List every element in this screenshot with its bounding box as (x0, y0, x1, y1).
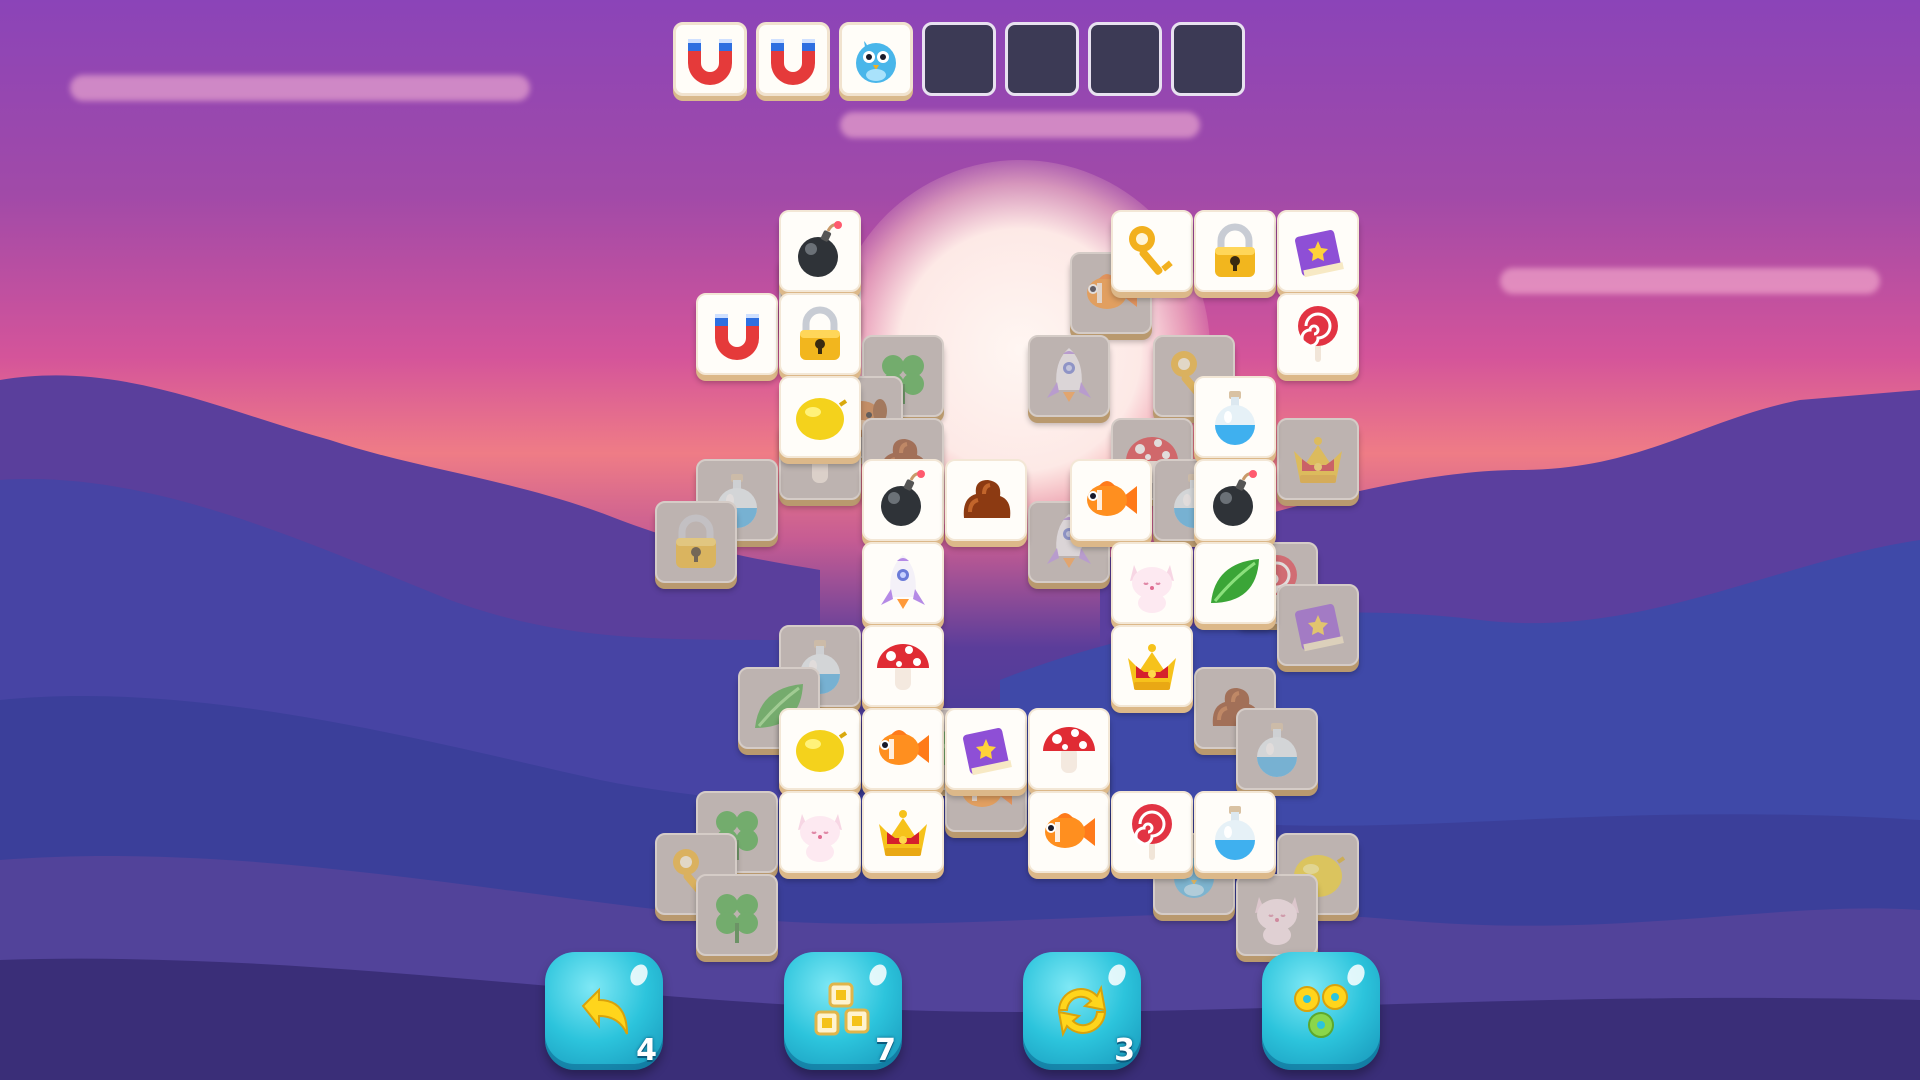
potion-icon (1196, 793, 1274, 871)
mahjong-tile-fish[interactable] (1028, 791, 1110, 873)
key-icon (1113, 212, 1191, 290)
slot-empty (1088, 22, 1162, 96)
crown-icon (864, 793, 942, 871)
mahjong-tile-mushroom[interactable] (1028, 708, 1110, 790)
mahjong-tile-potion (1235, 708, 1318, 790)
mahjong-tile-key[interactable] (1111, 210, 1193, 292)
mahjong-tile-mushroom[interactable] (862, 625, 944, 707)
bomb-icon (781, 212, 859, 290)
rocket-icon (864, 544, 942, 622)
magnet-icon (676, 25, 744, 93)
mahjong-tile-rocket[interactable] (862, 542, 944, 624)
hint-count: 7 (875, 1033, 896, 1068)
shuffle-count: 3 (1114, 1033, 1135, 1068)
fish-icon (1030, 793, 1108, 871)
lock-icon (657, 503, 735, 581)
mahjong-tile-bomb[interactable] (1194, 459, 1276, 541)
mahjong-tile-magnet[interactable] (696, 293, 778, 375)
lollipop-icon (1279, 295, 1357, 373)
potion-icon (1196, 378, 1274, 456)
mahjong-tile-fish[interactable] (862, 708, 944, 790)
bomb-icon (1196, 461, 1274, 539)
mahjong-tile-crown (1277, 417, 1359, 500)
crown-icon (1279, 420, 1357, 498)
lemon-icon (781, 710, 859, 788)
mahjong-tile-cat[interactable] (779, 791, 861, 873)
mahjong-tile-crown[interactable] (1111, 625, 1193, 707)
mahjong-tile-book (1277, 583, 1359, 666)
lollipop-icon (1113, 793, 1191, 871)
mahjong-tile-book[interactable] (1277, 210, 1359, 292)
lemon-icon (781, 378, 859, 456)
lock-icon (781, 295, 859, 373)
slot-empty (1005, 22, 1079, 96)
book-icon (1279, 586, 1357, 664)
mahjong-tile-cat (1235, 874, 1318, 956)
shuffle-button[interactable]: 3 (1023, 952, 1141, 1070)
slot-tile (756, 22, 830, 96)
slot-empty (922, 22, 996, 96)
slot-empty (1171, 22, 1245, 96)
mushroom-icon (1030, 710, 1108, 788)
lock-icon (1196, 212, 1274, 290)
mahjong-tile-book[interactable] (945, 708, 1027, 790)
bird-icon (842, 25, 910, 93)
book-icon (947, 710, 1025, 788)
mahjong-tile-lock[interactable] (779, 293, 861, 375)
fish-icon (1072, 461, 1150, 539)
mahjong-tile-lemon[interactable] (779, 376, 861, 458)
cat-icon (1238, 876, 1316, 954)
book-icon (1279, 212, 1357, 290)
clover-icon (698, 876, 776, 954)
mahjong-tile-lemon[interactable] (779, 708, 861, 790)
mahjong-tile-lollipop[interactable] (1277, 293, 1359, 375)
mahjong-tile-crown[interactable] (862, 791, 944, 873)
cat-icon (1113, 544, 1191, 622)
undo-button[interactable]: 4 (545, 952, 663, 1070)
mahjong-tile-leaf[interactable] (1194, 542, 1276, 624)
mahjong-tile-chocolate[interactable] (945, 459, 1027, 541)
settings-button[interactable] (1262, 952, 1380, 1070)
slot-tile (839, 22, 913, 96)
mahjong-tile-cat[interactable] (1111, 542, 1193, 624)
magnet-icon (759, 25, 827, 93)
potion-icon (1238, 710, 1316, 788)
undo-count: 4 (636, 1033, 657, 1068)
rocket-icon (1030, 337, 1108, 415)
fish-icon (864, 710, 942, 788)
mahjong-tile-lock[interactable] (1194, 210, 1276, 292)
mahjong-tile-potion[interactable] (1194, 791, 1276, 873)
cat-icon (781, 793, 859, 871)
mahjong-tile-lock (654, 500, 737, 583)
mushroom-icon (864, 627, 942, 705)
mahjong-tile-fish[interactable] (1069, 459, 1152, 541)
chocolate-icon (947, 461, 1025, 539)
mahjong-tile-bomb[interactable] (779, 210, 861, 292)
hint-button[interactable]: 7 (784, 952, 902, 1070)
slot-tile (673, 22, 747, 96)
mahjong-tile-rocket (1028, 334, 1110, 417)
crown-icon (1113, 627, 1191, 705)
mahjong-tile-potion[interactable] (1194, 376, 1276, 458)
magnet-icon (698, 295, 776, 373)
mahjong-tile-bomb[interactable] (862, 459, 944, 541)
mahjong-tile-lollipop[interactable] (1111, 791, 1193, 873)
mahjong-tile-clover (696, 874, 778, 956)
leaf-icon (1196, 544, 1274, 622)
bomb-icon (864, 461, 942, 539)
